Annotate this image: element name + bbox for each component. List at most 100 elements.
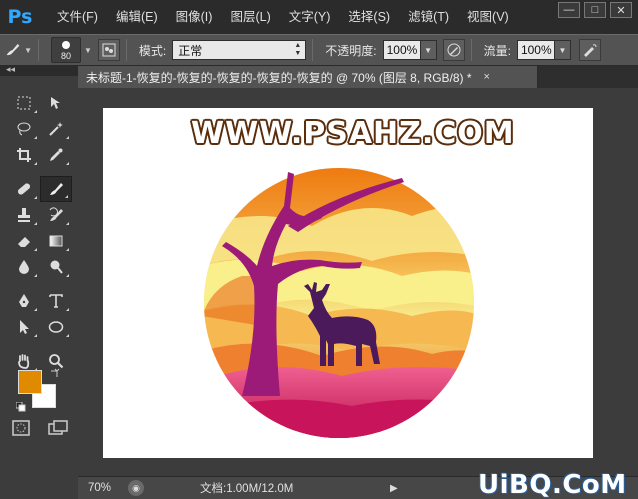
brush-panel-toggle[interactable] xyxy=(97,39,120,61)
brush-size-value: 80 xyxy=(60,51,71,61)
eyedropper-icon xyxy=(50,148,63,161)
divider xyxy=(38,39,39,61)
dodge-tool[interactable] xyxy=(40,254,72,280)
flow-input[interactable]: 100% xyxy=(516,40,555,60)
brush-icon xyxy=(6,44,20,56)
move-icon xyxy=(51,97,60,109)
divider xyxy=(470,39,472,61)
flow-label: 流量: xyxy=(483,43,511,58)
menu-file[interactable]: 文件(F) xyxy=(48,0,107,34)
minimize-button[interactable]: — xyxy=(558,2,580,18)
path-selection-tool[interactable] xyxy=(8,314,40,340)
updown-icon: ▲ ▼ xyxy=(294,42,302,57)
magic-wand-icon xyxy=(49,122,63,136)
menu-type[interactable]: 文字(Y) xyxy=(280,0,340,34)
flow-dropdown[interactable]: ▼ xyxy=(554,40,571,60)
ellipse-tool[interactable] xyxy=(40,314,72,340)
menu-bar: Ps 文件(F) 编辑(E) 图像(I) 图层(L) 文字(Y) 选择(S) 滤… xyxy=(0,0,638,34)
document-canvas[interactable]: WWW.PSAHZ.COM xyxy=(103,108,593,458)
blend-mode-select[interactable]: 正常 ▲ ▼ xyxy=(172,40,307,60)
opacity-label: 不透明度: xyxy=(325,43,377,58)
blur-tool[interactable] xyxy=(8,254,40,280)
lasso-tool[interactable] xyxy=(8,116,40,142)
menu-view[interactable]: 视图(V) xyxy=(458,0,518,34)
collapse-icon[interactable]: ◂◂ xyxy=(6,64,15,75)
mode-label: 模式: xyxy=(138,43,167,58)
document-tab-title: 未标题-1-恢复的-恢复的-恢复的-恢复的-恢复的 @ 70% (图层 8, R… xyxy=(86,70,472,85)
brush-size-picker[interactable]: 80 xyxy=(51,37,81,63)
opacity-dropdown[interactable]: ▼ xyxy=(420,40,437,60)
screen-mode-icon[interactable] xyxy=(48,420,68,436)
history-brush-icon xyxy=(49,207,63,221)
type-tool[interactable] xyxy=(40,288,72,314)
deer-sunset-artwork xyxy=(204,168,474,438)
eraser-icon xyxy=(18,237,30,247)
restore-button[interactable]: □ xyxy=(584,2,606,18)
close-icon[interactable]: × xyxy=(484,71,490,83)
move-tool[interactable] xyxy=(40,90,72,116)
dodge-icon xyxy=(50,260,63,274)
mode-buttons xyxy=(12,420,68,436)
blend-mode-value: 正常 xyxy=(178,43,203,58)
menu-edit[interactable]: 编辑(E) xyxy=(107,0,167,34)
eyedropper-tool[interactable] xyxy=(40,142,72,168)
chevron-down-icon[interactable]: ▼ xyxy=(84,46,92,55)
swap-colors-icon[interactable] xyxy=(50,368,60,378)
history-brush-tool[interactable] xyxy=(40,202,72,228)
color-swatches xyxy=(14,368,62,414)
airbrush-toggle[interactable] xyxy=(578,39,601,61)
watermark-text: WWW.PSAHZ.COM xyxy=(191,116,515,151)
pen-tool[interactable] xyxy=(8,288,40,314)
quick-mask-icon[interactable] xyxy=(12,420,30,436)
clone-stamp-tool[interactable] xyxy=(8,202,40,228)
menu-items: 文件(F) 编辑(E) 图像(I) 图层(L) 文字(Y) 选择(S) 滤镜(T… xyxy=(48,0,518,34)
brush-panel-icon xyxy=(102,43,116,57)
lasso-icon xyxy=(17,122,31,136)
status-info-icon[interactable]: ◉ xyxy=(128,480,144,496)
document-tab[interactable]: 未标题-1-恢复的-恢复的-恢复的-恢复的-恢复的 @ 70% (图层 8, R… xyxy=(78,66,538,88)
magic-wand-tool[interactable] xyxy=(40,116,72,142)
pen-icon xyxy=(19,294,29,307)
hand-icon xyxy=(18,354,30,369)
type-icon xyxy=(49,294,63,308)
toolbox xyxy=(8,90,72,374)
close-button[interactable]: ✕ xyxy=(610,2,632,18)
menu-filter[interactable]: 滤镜(T) xyxy=(399,0,458,34)
default-colors-icon[interactable] xyxy=(16,402,26,412)
options-bar: ▼ 80 ▼ 模式: 正常 ▲ ▼ 不透明度: 100% ▼ 流量: 100% ▼ xyxy=(0,34,638,66)
status-menu-arrow-icon[interactable]: ▶ xyxy=(390,483,398,494)
clone-stamp-icon xyxy=(18,208,30,222)
divider xyxy=(312,39,314,61)
site-watermark-logo: UiBQ.CoM xyxy=(478,470,627,499)
brush-tool[interactable] xyxy=(40,176,72,202)
ellipse-shape-icon xyxy=(48,321,64,333)
blur-icon xyxy=(19,260,29,274)
opacity-input[interactable]: 100% xyxy=(382,40,421,60)
crop-tool[interactable] xyxy=(8,142,40,168)
eraser-tool[interactable] xyxy=(8,228,40,254)
gradient-icon xyxy=(49,235,63,247)
foreground-color-swatch[interactable] xyxy=(18,370,42,394)
airbrush-icon xyxy=(583,44,597,57)
zoom-level-input[interactable]: 70% xyxy=(78,482,124,494)
healing-brush-icon xyxy=(17,183,31,195)
zoom-icon xyxy=(49,354,64,369)
marquee-tool[interactable] xyxy=(8,90,40,116)
pressure-opacity-toggle[interactable] xyxy=(442,39,465,61)
chevron-down-icon: ▼ xyxy=(24,45,32,55)
toolbox-header: ◂◂ xyxy=(0,64,78,76)
menu-image[interactable]: 图像(I) xyxy=(167,0,222,34)
crop-icon xyxy=(17,148,31,162)
marquee-icon xyxy=(17,96,31,110)
divider xyxy=(125,39,127,61)
document-size-info: 文档:1.00M/12.0M xyxy=(200,483,294,495)
gradient-tool[interactable] xyxy=(40,228,72,254)
window-controls: — □ ✕ xyxy=(558,2,632,18)
menu-layer[interactable]: 图层(L) xyxy=(221,0,279,34)
photoshop-logo: Ps xyxy=(7,6,33,28)
tool-preset-picker[interactable]: ▼ xyxy=(4,38,32,62)
path-selection-icon xyxy=(20,320,29,334)
healing-brush-tool[interactable] xyxy=(8,176,40,202)
brush-tip-preview xyxy=(62,41,70,49)
menu-select[interactable]: 选择(S) xyxy=(339,0,399,34)
